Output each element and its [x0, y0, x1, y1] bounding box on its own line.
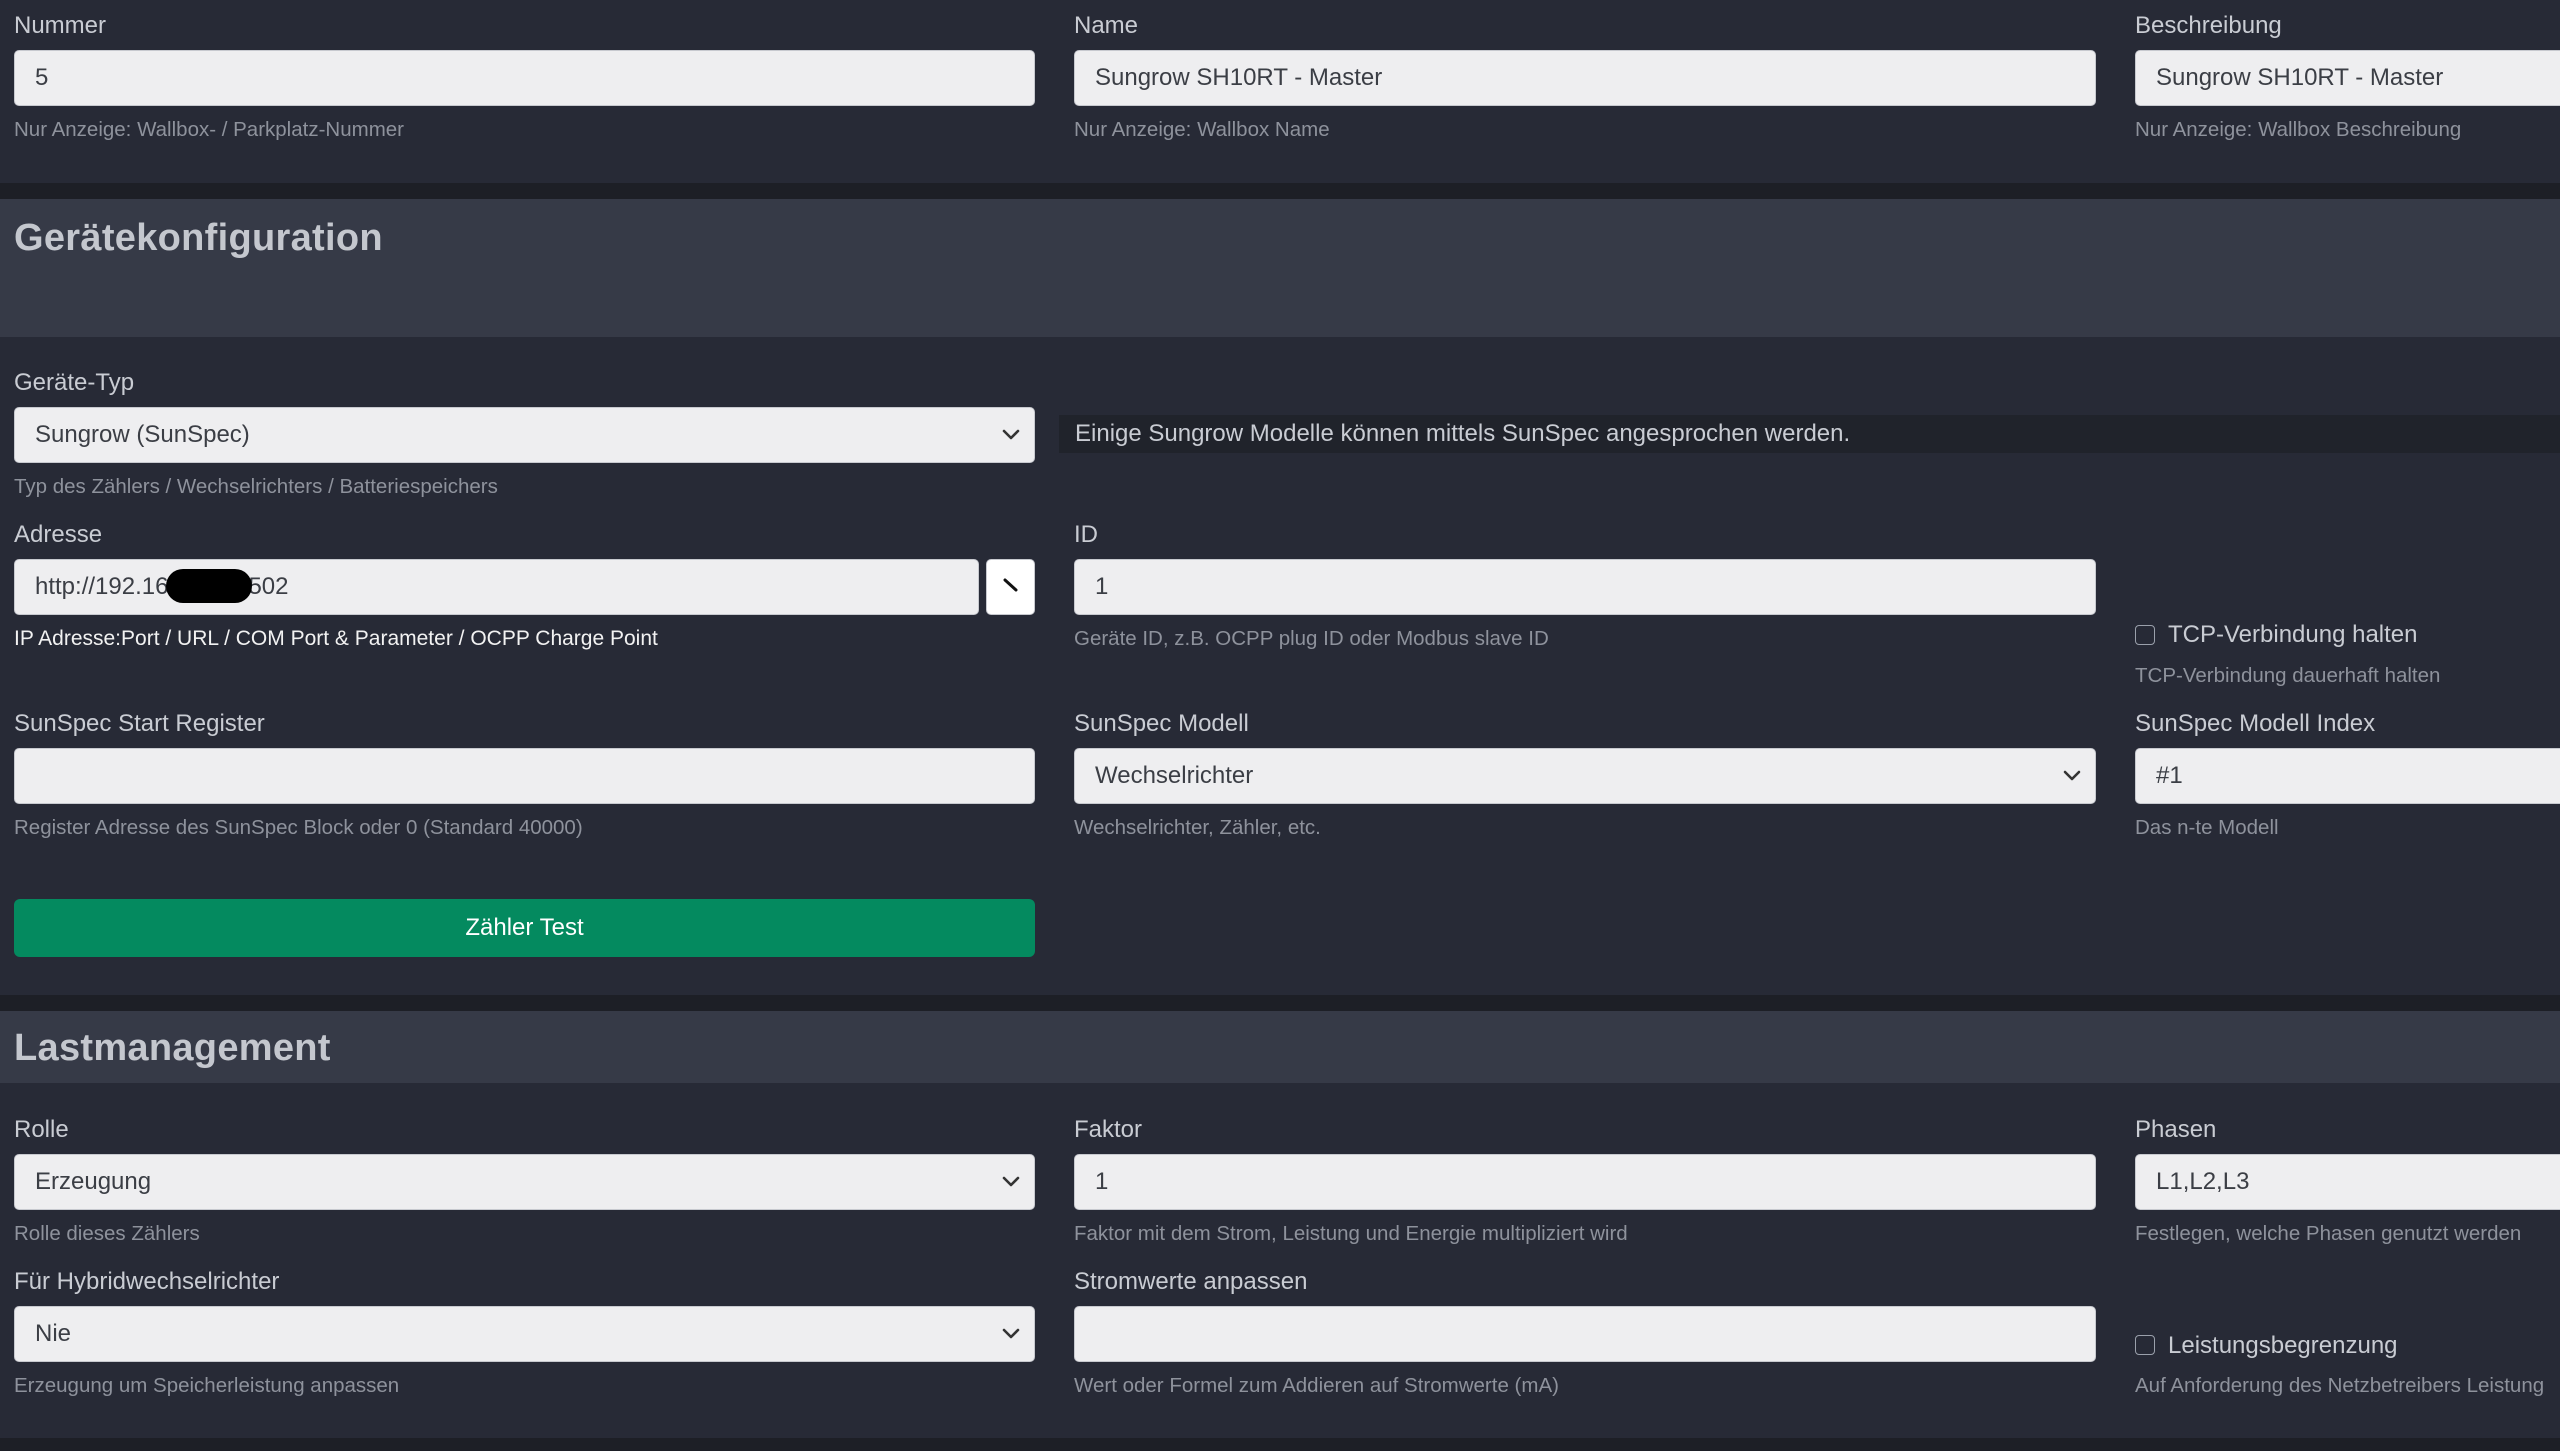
- name-input[interactable]: Sungrow SH10RT - Master: [1074, 50, 2096, 106]
- section-separator: [0, 1438, 2560, 1451]
- phasen-input[interactable]: L1,L2,L3: [2135, 1154, 2560, 1210]
- section-separator: [0, 183, 2560, 199]
- rolle-select[interactable]: Erzeugung: [14, 1154, 1035, 1210]
- start-register-hint: Register Adresse des SunSpec Block oder …: [14, 816, 583, 839]
- stromwerte-input[interactable]: [1074, 1306, 2096, 1362]
- hybrid-hint: Erzeugung um Speicherleistung anpassen: [14, 1374, 400, 1397]
- stromwerte-hint: Wert oder Formel zum Addieren auf Stromw…: [1074, 1374, 1559, 1397]
- geraete-typ-label: Geräte-Typ: [14, 369, 135, 396]
- pencil-icon: [1002, 576, 1020, 599]
- adresse-hint: IP Adresse:Port / URL / COM Port & Param…: [14, 627, 658, 650]
- rolle-value: Erzeugung: [35, 1168, 152, 1195]
- chevron-down-icon: [1002, 1155, 1020, 1209]
- tcp-hint: TCP-Verbindung dauerhaft halten: [2135, 664, 2441, 687]
- leistungsbegrenzung-checkbox[interactable]: [2135, 1335, 2155, 1355]
- hybrid-label: Für Hybridwechselrichter: [14, 1268, 280, 1295]
- faktor-hint: Faktor mit dem Strom, Leistung und Energ…: [1074, 1222, 1628, 1245]
- hybrid-value: Nie: [35, 1320, 72, 1347]
- nummer-input[interactable]: 5: [14, 50, 1035, 106]
- sunspec-modell-label: SunSpec Modell: [1074, 710, 1249, 737]
- geraetekonfiguration-header: Gerätekonfiguration: [0, 199, 2560, 337]
- chevron-down-icon: [2063, 749, 2081, 803]
- geraete-typ-value: Sungrow (SunSpec): [35, 421, 250, 448]
- sunspec-modell-value: Wechselrichter: [1095, 762, 1254, 789]
- section-title: Gerätekonfiguration: [14, 217, 383, 259]
- redaction-mark: [166, 568, 253, 603]
- beschreibung-label: Beschreibung: [2135, 12, 2282, 39]
- rolle-label: Rolle: [14, 1116, 69, 1143]
- id-hint: Geräte ID, z.B. OCPP plug ID oder Modbus…: [1074, 627, 1549, 650]
- adresse-value-start: http://192.16: [35, 573, 169, 600]
- nummer-hint: Nur Anzeige: Wallbox- / Parkplatz-Nummer: [14, 118, 405, 141]
- lastmanagement-header: Lastmanagement: [0, 1011, 2560, 1083]
- phasen-hint: Festlegen, welche Phasen genutzt werden: [2135, 1222, 2522, 1245]
- modell-index-label: SunSpec Modell Index: [2135, 710, 2376, 737]
- sunspec-modell-hint: Wechselrichter, Zähler, etc.: [1074, 816, 1321, 839]
- geraete-info-text: Einige Sungrow Modelle können mittels Su…: [1059, 415, 2560, 453]
- leistungsbegrenzung-label: Leistungsbegrenzung: [2168, 1332, 2398, 1359]
- id-label: ID: [1074, 521, 1098, 548]
- faktor-input[interactable]: 1: [1074, 1154, 2096, 1210]
- nummer-label: Nummer: [14, 12, 107, 39]
- tcp-label: TCP-Verbindung halten: [2168, 621, 2418, 648]
- modell-index-input[interactable]: #1: [2135, 748, 2560, 804]
- geraete-typ-hint: Typ des Zählers / Wechselrichters / Batt…: [14, 475, 498, 498]
- chevron-down-icon: [1002, 1307, 1020, 1361]
- start-register-input[interactable]: [14, 748, 1035, 804]
- section-separator: [0, 995, 2560, 1011]
- hybrid-select[interactable]: Nie: [14, 1306, 1035, 1362]
- adresse-value-end: 502: [248, 573, 289, 600]
- zaehler-test-button[interactable]: Zähler Test: [14, 899, 1035, 957]
- adresse-label: Adresse: [14, 521, 103, 548]
- rolle-hint: Rolle dieses Zählers: [14, 1222, 200, 1245]
- section-title: Lastmanagement: [14, 1027, 331, 1069]
- phasen-label: Phasen: [2135, 1116, 2217, 1143]
- stromwerte-label: Stromwerte anpassen: [1074, 1268, 1308, 1295]
- leistungsbegrenzung-hint: Auf Anforderung des Netzbetreibers Leist…: [2135, 1374, 2545, 1397]
- sunspec-modell-select[interactable]: Wechselrichter: [1074, 748, 2096, 804]
- modell-index-hint: Das n-te Modell: [2135, 816, 2279, 839]
- geraete-typ-select[interactable]: Sungrow (SunSpec): [14, 407, 1035, 463]
- beschreibung-input[interactable]: Sungrow SH10RT - Master: [2135, 50, 2560, 106]
- chevron-down-icon: [1002, 408, 1020, 462]
- start-register-label: SunSpec Start Register: [14, 710, 265, 737]
- adresse-input[interactable]: http://192.16 502: [14, 559, 979, 615]
- id-input[interactable]: 1: [1074, 559, 2096, 615]
- name-label: Name: [1074, 12, 1139, 39]
- tcp-checkbox[interactable]: [2135, 625, 2155, 645]
- beschreibung-hint: Nur Anzeige: Wallbox Beschreibung: [2135, 118, 2462, 141]
- name-hint: Nur Anzeige: Wallbox Name: [1074, 118, 1330, 141]
- edit-address-button[interactable]: [986, 559, 1035, 615]
- faktor-label: Faktor: [1074, 1116, 1143, 1143]
